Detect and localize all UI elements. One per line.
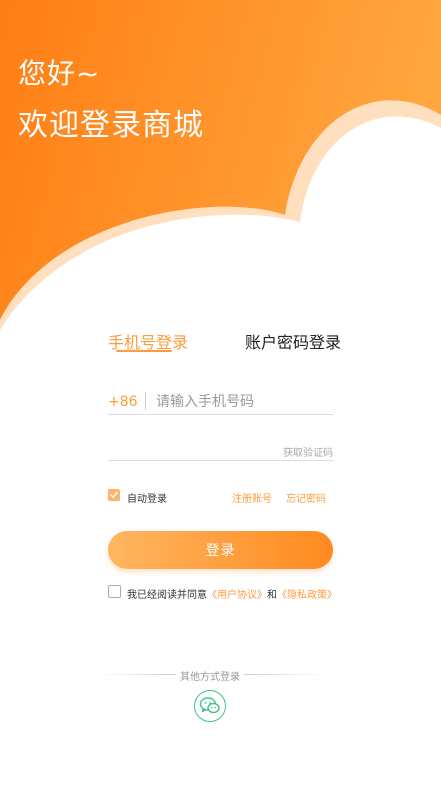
privacy-policy-link[interactable]: 《隐私政策》 bbox=[277, 590, 337, 601]
get-code-button[interactable]: 获取验证码 bbox=[283, 444, 333, 459]
login-button[interactable]: 登录 bbox=[108, 531, 333, 569]
active-tab-indicator bbox=[116, 350, 172, 352]
tab-password-login[interactable]: 账户密码登录 bbox=[245, 329, 341, 353]
phone-input[interactable] bbox=[156, 390, 332, 414]
register-link[interactable]: 注册账号 bbox=[232, 490, 272, 505]
check-icon bbox=[110, 492, 118, 498]
verification-code-input[interactable] bbox=[108, 440, 268, 462]
auto-login-label: 自动登录 bbox=[127, 494, 167, 505]
wechat-login-button[interactable] bbox=[194, 690, 226, 722]
agreement-and: 和 bbox=[267, 590, 277, 601]
code-underline bbox=[108, 460, 333, 461]
wechat-icon bbox=[199, 697, 220, 714]
greeting-line-2: 欢迎登录商城 bbox=[18, 108, 204, 143]
auto-login-checkbox[interactable] bbox=[108, 489, 120, 501]
agreement-text: 我已经阅读并同意《用户协议》和《隐私政策》 bbox=[127, 586, 337, 601]
input-separator bbox=[145, 392, 146, 410]
phone-underline bbox=[108, 414, 333, 415]
user-agreement-link[interactable]: 《用户协议》 bbox=[207, 590, 267, 601]
agreement-checkbox[interactable] bbox=[108, 585, 121, 598]
country-code[interactable]: +86 bbox=[108, 394, 138, 410]
divider-left bbox=[100, 674, 176, 675]
forgot-password-link[interactable]: 忘记密码 bbox=[286, 490, 326, 505]
agreement-prefix: 我已经阅读并同意 bbox=[127, 590, 207, 601]
other-login-label: 其他方式登录 bbox=[180, 672, 240, 683]
greeting-line-1: 您好~ bbox=[18, 57, 101, 90]
divider-right bbox=[244, 674, 324, 675]
